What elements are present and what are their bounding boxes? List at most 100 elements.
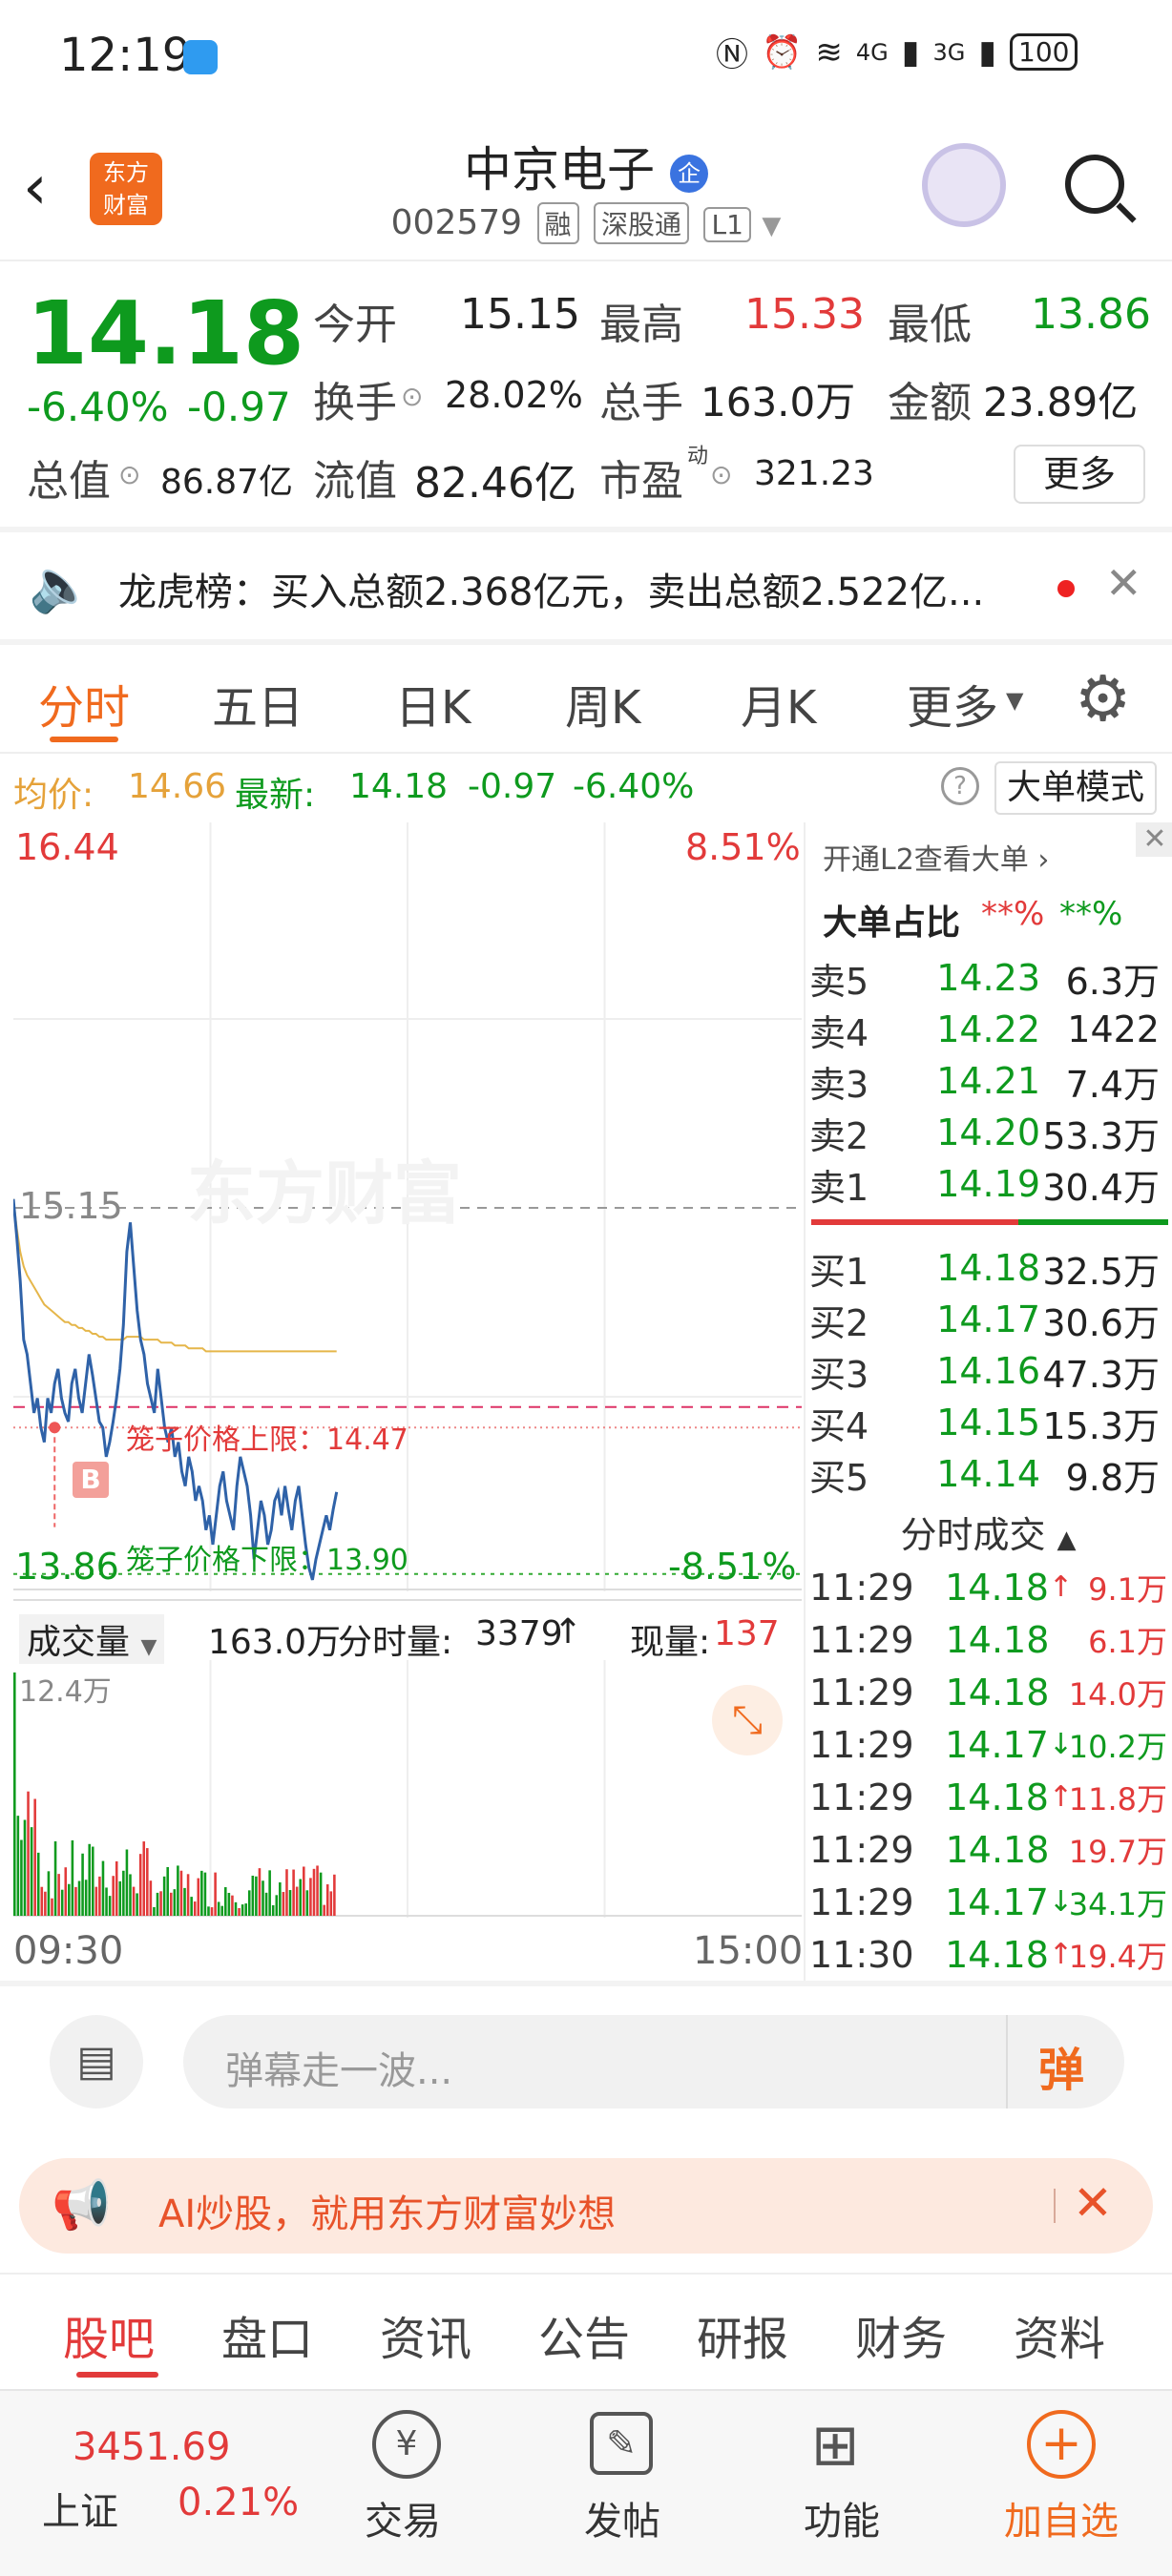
tick-arrow-icon: ↑ <box>1048 1570 1074 1604</box>
tab-week-k[interactable]: 周K <box>565 670 640 737</box>
info-icon[interactable]: ⊙ <box>118 459 140 490</box>
volume-bar <box>271 1904 275 1916</box>
big-order-ratio-label: 大单占比 <box>823 904 961 943</box>
y-bottom-label: 13.86 <box>15 1546 119 1588</box>
volume-bar <box>305 1890 309 1916</box>
tick-price: 14.18 <box>945 1933 1049 1976</box>
close-icon-2[interactable]: ✕ <box>1136 822 1172 857</box>
tab-month-k[interactable]: 月K <box>741 670 816 737</box>
volume-bar <box>91 1846 94 1916</box>
tick-time: 11:29 <box>809 1723 914 1766</box>
tab-research[interactable]: 研报 <box>697 2301 788 2368</box>
gear-icon[interactable]: ⚙ <box>1075 662 1131 736</box>
post-label[interactable]: 发帖 <box>584 2490 660 2545</box>
signal-4g-label: 4G <box>855 38 889 66</box>
volume-bar <box>101 1860 105 1916</box>
tick-row: 11:29 14.18 ↑ 11.8万 <box>809 1771 1167 1823</box>
tick-price: 14.17 <box>945 1723 1049 1766</box>
ask-volume: 53.3万 <box>1042 1114 1160 1157</box>
close-icon[interactable]: ✕ <box>1105 557 1142 609</box>
volume-label: 成交量 <box>27 1623 131 1662</box>
tab-day-k[interactable]: 日K <box>395 670 471 737</box>
danmu-divider <box>1006 2015 1008 2109</box>
price-line <box>13 1198 339 1581</box>
volume-bar <box>173 1889 177 1916</box>
trade-label[interactable]: 交易 <box>365 2490 441 2545</box>
info-icon-3[interactable]: ⊙ <box>710 459 732 490</box>
lhb-notice[interactable]: 🔈 龙虎榜：买入总额2.368亿元，卖出总额2.522亿... ✕ <box>0 532 1172 639</box>
ai-banner[interactable]: 📢 AI炒股，就用东方财富妙想 ✕ <box>19 2158 1153 2254</box>
ticks-header[interactable]: 分时成交 ▲ <box>809 1506 1167 1558</box>
caret-up-icon: ▲ <box>1057 1526 1077 1554</box>
volume-bar <box>303 1866 305 1916</box>
tab-announcement[interactable]: 公告 <box>538 2301 630 2368</box>
tab-five-day[interactable]: 五日 <box>212 670 303 737</box>
intraday-chart[interactable]: 东方财富 16.44 8.51% 15.15 13.86 -8.51% 笼子价格… <box>13 822 802 1591</box>
tick-price: 14.18 <box>945 1618 1050 1661</box>
tick-price: 14.18 <box>945 1776 1049 1818</box>
tab-more[interactable]: 更多 <box>907 670 998 737</box>
add-watch-icon[interactable]: + <box>1027 2410 1096 2479</box>
ask-row: 卖1 14.19 30.4万 <box>809 1158 1167 1210</box>
volume-bar <box>200 1870 203 1916</box>
bid-label: 买3 <box>809 1353 869 1396</box>
post-icon[interactable]: ✎ <box>590 2412 653 2475</box>
tab-pankou[interactable]: 盘口 <box>221 2301 313 2368</box>
volume-bar <box>323 1904 325 1916</box>
volume-bar <box>108 1896 112 1916</box>
comment-bar: ▤ 弹幕走一波... 弹 <box>0 1986 1172 2139</box>
more-button[interactable]: 更多 <box>1014 445 1145 504</box>
tab-profile[interactable]: 资料 <box>1014 2301 1105 2368</box>
header-divider <box>0 260 1172 261</box>
chevron-down-icon: ▼ <box>140 1635 157 1659</box>
volume-bar <box>36 1852 40 1916</box>
expand-icon[interactable]: ⤡ <box>712 1685 783 1755</box>
price-pct: -6.40% <box>27 384 169 430</box>
trade-icon[interactable]: ¥ <box>372 2410 441 2479</box>
function-label[interactable]: 功能 <box>804 2490 880 2545</box>
tick-price: 14.18 <box>945 1566 1049 1609</box>
help-icon[interactable]: ? <box>941 767 979 805</box>
volume-bar <box>162 1876 166 1916</box>
tab-intraday[interactable]: 分时 <box>38 670 130 737</box>
tab-intraday-underline <box>50 737 118 742</box>
tick-time: 11:29 <box>809 1671 914 1714</box>
buy-marker[interactable]: B <box>73 1462 109 1498</box>
ask-row: 卖5 14.23 6.3万 <box>809 952 1167 1004</box>
wifi-icon: ≋ <box>815 32 843 72</box>
volume-bar <box>68 1883 71 1916</box>
info-icon-2[interactable]: ⊙ <box>401 381 423 412</box>
volume-bar <box>288 1890 292 1916</box>
search-icon[interactable] <box>1065 155 1124 214</box>
bid-price: 14.16 <box>936 1350 1040 1392</box>
period-tabs: 分时 五日 日K 周K 月K 更多 ▼ ⚙ <box>0 645 1172 752</box>
volume-chart[interactable]: 12.4万 ⤡ <box>13 1660 802 1918</box>
danmu-input[interactable]: 弹幕走一波... 弹 <box>183 2015 1124 2109</box>
volume-indicator-select[interactable]: 成交量 ▼ <box>19 1614 165 1664</box>
high-value: 15.33 <box>744 290 865 339</box>
bid-label: 买1 <box>809 1250 869 1293</box>
l2-upsell-link[interactable]: 开通L2查看大单 › <box>823 836 1049 878</box>
danmu-toggle-button[interactable]: 弹 <box>1038 2032 1084 2099</box>
close-icon-3[interactable]: ✕ <box>1073 2175 1113 2231</box>
tab-finance[interactable]: 财务 <box>855 2301 947 2368</box>
tick-volume: 19.7万 <box>1068 1833 1167 1870</box>
ask-price: 14.21 <box>936 1060 1040 1102</box>
robot-avatar-icon[interactable] <box>922 143 1006 227</box>
volume-bar <box>156 1892 159 1916</box>
status-time: 12:19 <box>59 29 192 82</box>
tab-guba[interactable]: 股吧 <box>63 2301 155 2368</box>
add-watch-label[interactable]: 加自选 <box>1004 2490 1119 2545</box>
volume-bar <box>262 1880 264 1916</box>
tick-price: 14.17 <box>945 1880 1049 1923</box>
big-order-mode-button[interactable]: 大单模式 <box>994 761 1157 815</box>
tick-volume-label: 分时量: <box>338 1623 453 1662</box>
tab-news[interactable]: 资讯 <box>380 2301 471 2368</box>
volume-bar <box>84 1880 88 1916</box>
volume-bar <box>186 1874 190 1916</box>
volume-bar <box>129 1874 132 1916</box>
volume-bar <box>71 1839 74 1916</box>
apps-icon[interactable]: ⊞ <box>811 2412 859 2479</box>
danmu-settings-icon[interactable]: ▤ <box>50 2015 143 2109</box>
megaphone-icon: 📢 <box>52 2177 112 2233</box>
